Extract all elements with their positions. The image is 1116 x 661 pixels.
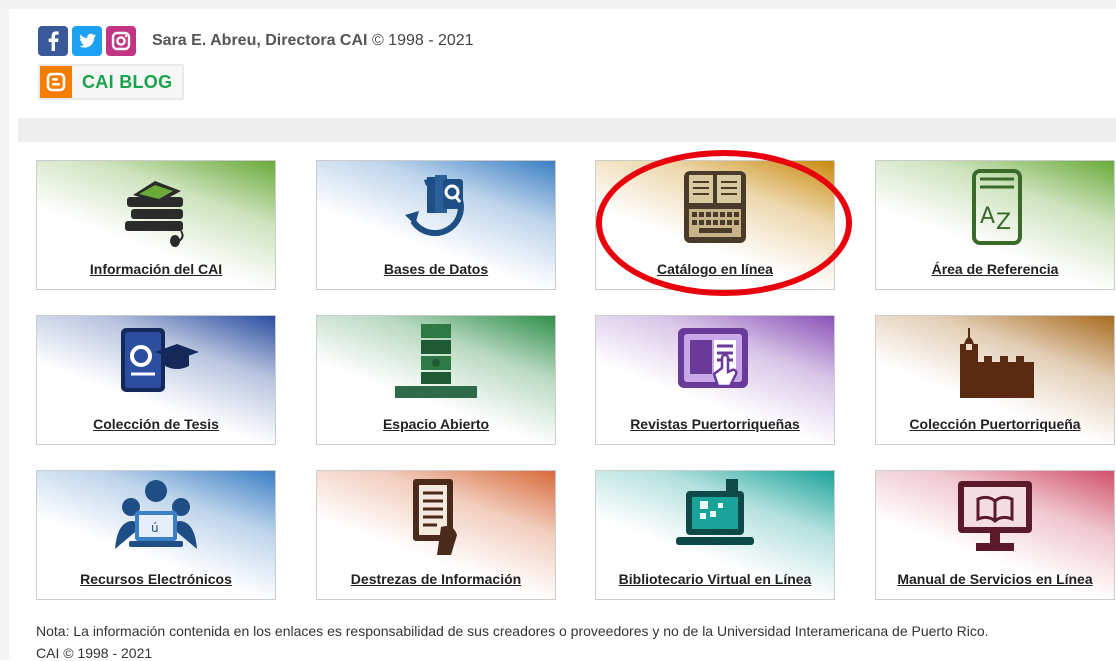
tile-4[interactable]: Colección de Tesis (36, 315, 276, 445)
tile-label: Recursos Electrónicos (80, 571, 232, 587)
tile-8[interactable]: ú Recursos Electrónicos (36, 470, 276, 600)
tile-11[interactable]: Manual de Servicios en Línea (875, 470, 1115, 600)
users-laptop-icon: ú (111, 477, 201, 557)
tile-10[interactable]: Bibliotecario Virtual en Línea (595, 470, 835, 600)
book-keyboard-icon (670, 167, 760, 247)
open-space-icon (391, 322, 481, 402)
left-gutter (0, 9, 9, 660)
dictionary-az-icon: AZ (950, 167, 1040, 247)
blogger-icon (40, 66, 72, 98)
tile-label: Colección Puertorriqueña (909, 416, 1081, 432)
virtual-laptop-icon (670, 477, 760, 557)
document-hand-icon (391, 477, 481, 557)
tile-6[interactable]: Revistas Puertorriqueñas (595, 315, 835, 445)
footer-copyright: CAI © 1998 - 2021 (36, 645, 153, 661)
tile-label: Información del CAI (89, 261, 223, 277)
database-search-icon (391, 167, 481, 247)
tile-label: Colección de Tesis (93, 416, 219, 432)
facebook-icon[interactable] (38, 26, 68, 56)
instagram-icon[interactable] (106, 26, 136, 56)
svg-text:ú: ú (151, 521, 159, 535)
castle-icon (950, 322, 1040, 402)
tile-2[interactable]: Catálogo en línea (595, 160, 835, 290)
tile-0[interactable]: Información del CAI (36, 160, 276, 290)
tile-label: Espacio Abierto (382, 416, 490, 432)
section-divider-band (18, 118, 1116, 142)
credit-years: © 1998 - 2021 (371, 32, 474, 49)
top-strip (0, 0, 1116, 9)
svg-text:A: A (980, 204, 995, 229)
footer-note: Nota: La información contenida en los en… (36, 623, 989, 639)
thesis-gradcap-icon (111, 322, 201, 402)
tile-label: Bibliotecario Virtual en Línea (618, 571, 812, 587)
credit-line: Sara E. Abreu, Directora CAI © 1998 - 20… (152, 32, 474, 50)
tile-9[interactable]: Destrezas de Información (316, 470, 556, 600)
tile-label: Catálogo en línea (657, 261, 773, 277)
tile-label: Manual de Servicios en Línea (897, 571, 1093, 587)
tile-label: Bases de Datos (383, 261, 489, 277)
tile-label: Área de Referencia (931, 261, 1059, 277)
tile-3[interactable]: A Z Área de Referencia (875, 160, 1115, 290)
svg-text:Z: Z (996, 210, 1011, 235)
tile-5[interactable]: Espacio Abierto (316, 315, 556, 445)
cai-blog-button[interactable]: CAI BLOG (38, 64, 185, 100)
monitor-book-icon (950, 477, 1040, 557)
credit-name: Sara E. Abreu, Directora CAI (152, 32, 368, 49)
tile-label: Destrezas de Información (350, 571, 522, 587)
tile-1[interactable]: Bases de Datos (316, 160, 556, 290)
social-links: Sara E. Abreu, Directora CAI © 1998 - 20… (38, 26, 474, 56)
twitter-icon[interactable] (72, 26, 102, 56)
cai-blog-label: CAI BLOG (82, 72, 173, 92)
tile-label: Revistas Puertorriqueñas (630, 416, 800, 432)
books-mouse-icon (111, 167, 201, 247)
magazine-touch-icon (670, 322, 760, 402)
header: Sara E. Abreu, Directora CAI © 1998 - 20… (38, 26, 474, 56)
tile-7[interactable]: Colección Puertorriqueña (875, 315, 1115, 445)
